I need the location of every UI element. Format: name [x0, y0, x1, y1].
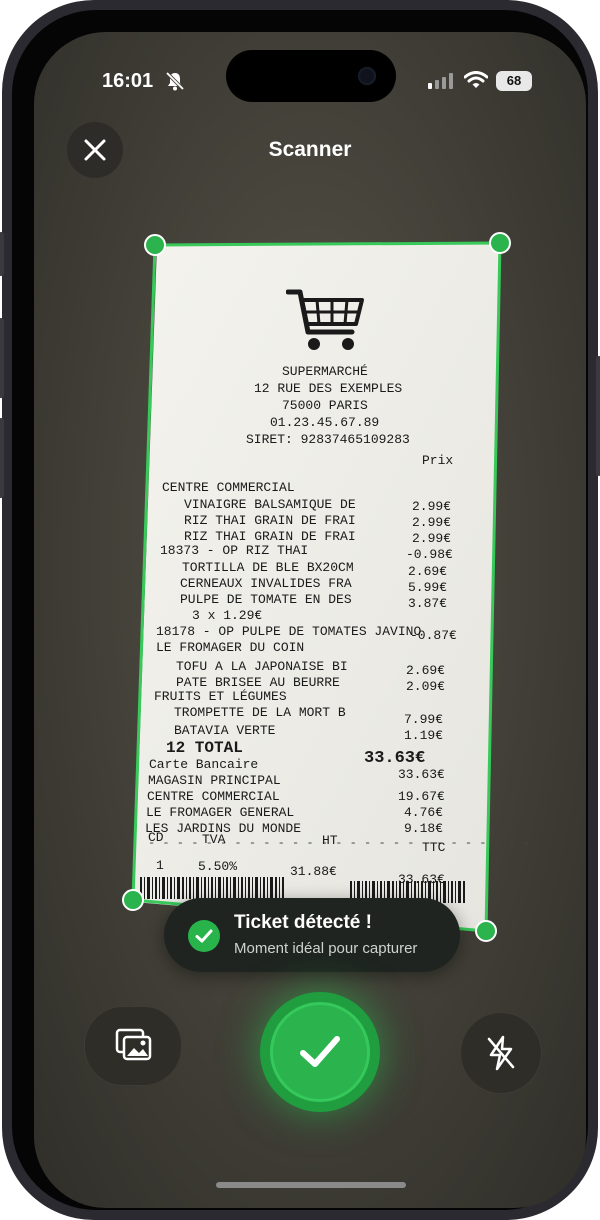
corner-handle-bottom-right — [475, 920, 497, 942]
corner-handle-top-right — [489, 232, 511, 254]
volume-down-button — [0, 418, 4, 498]
gallery-icon — [115, 1028, 152, 1061]
corner-handle-top-left — [144, 234, 166, 256]
camera-viewfinder: SUPERMARCHÉ 12 RUE DES EXEMPLES 75000 PA… — [34, 32, 586, 1208]
detection-outline — [131, 241, 502, 933]
volume-up-button — [0, 318, 4, 398]
detection-toast: Ticket détecté ! Moment idéal pour captu… — [164, 898, 460, 972]
toast-title: Ticket détecté ! — [234, 912, 372, 933]
capture-button-inner — [270, 1002, 370, 1102]
home-indicator[interactable] — [216, 1182, 406, 1188]
toast-subtitle: Moment idéal pour capturer — [234, 940, 418, 957]
flash-toggle-button[interactable] — [460, 1012, 542, 1094]
status-time: 16:01 — [102, 70, 154, 92]
corner-handle-bottom-left — [122, 889, 144, 911]
flash-off-icon — [487, 1035, 515, 1071]
gallery-button[interactable] — [84, 1006, 182, 1086]
bell-slash-icon — [165, 71, 185, 91]
checkmark-icon — [300, 1036, 340, 1067]
action-button — [0, 232, 4, 276]
signal-icon — [428, 73, 453, 89]
capture-button[interactable] — [260, 992, 380, 1112]
page-title: Scanner — [268, 138, 352, 161]
phone-frame: SUPERMARCHÉ 12 RUE DES EXEMPLES 75000 PA… — [0, 0, 600, 1220]
wifi-icon — [464, 71, 488, 88]
battery-indicator: 68 — [496, 71, 532, 91]
success-check-icon — [188, 920, 220, 952]
front-camera — [358, 67, 376, 85]
phone-bezel: SUPERMARCHÉ 12 RUE DES EXEMPLES 75000 PA… — [12, 10, 588, 1210]
power-button — [596, 356, 600, 476]
dynamic-island — [226, 50, 396, 102]
